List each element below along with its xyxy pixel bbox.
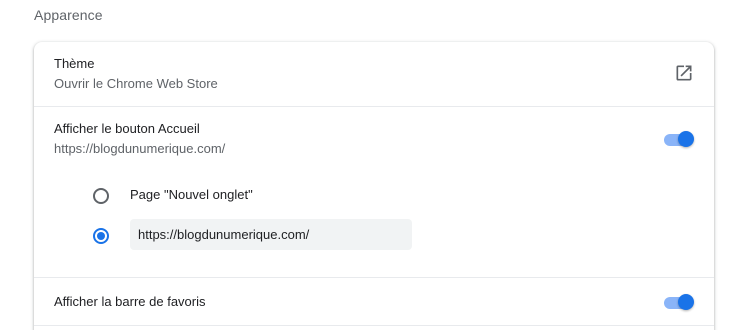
home-button-label: Afficher le bouton Accueil (54, 121, 200, 136)
theme-row[interactable]: Thème Ouvrir le Chrome Web Store (34, 42, 714, 106)
next-row (34, 325, 714, 330)
bookmarks-bar-toggle[interactable] (662, 293, 694, 311)
settings-page: Apparence Thème Ouvrir le Chrome Web Sto… (0, 0, 745, 330)
new-tab-radio-label[interactable]: Page "Nouvel onglet" (130, 187, 253, 202)
new-tab-radio[interactable] (93, 188, 109, 204)
section-title: Apparence (34, 7, 103, 23)
theme-label: Thème (54, 56, 95, 71)
custom-url-input[interactable] (130, 219, 412, 250)
home-button-sublabel: https://blogdunumerique.com/ (54, 141, 226, 156)
appearance-card: Thème Ouvrir le Chrome Web Store Affiche… (34, 42, 714, 330)
launch-icon[interactable] (674, 63, 694, 83)
toggle-knob (678, 131, 694, 147)
theme-sublabel: Ouvrir le Chrome Web Store (54, 76, 218, 91)
bookmarks-bar-row[interactable]: Afficher la barre de favoris (34, 277, 714, 325)
home-button-row: Afficher le bouton Accueil https://blogd… (34, 106, 714, 277)
custom-url-radio[interactable] (93, 228, 109, 244)
home-button-toggle[interactable] (662, 130, 694, 148)
bookmarks-bar-label: Afficher la barre de favoris (54, 294, 206, 309)
toggle-knob (678, 294, 694, 310)
